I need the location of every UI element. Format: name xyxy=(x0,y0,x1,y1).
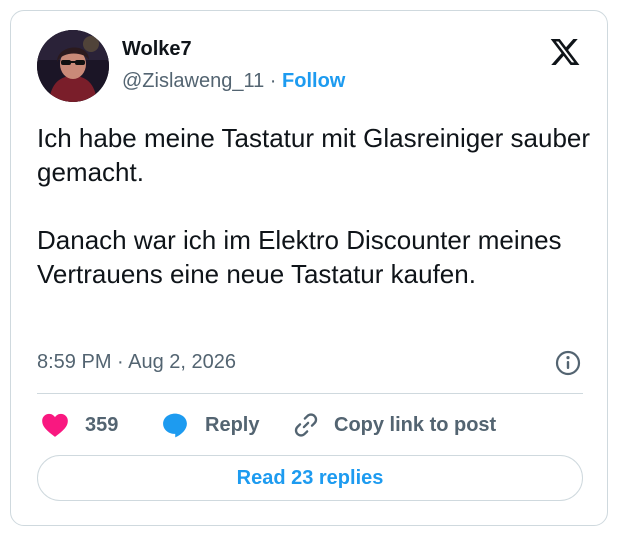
like-count: 359 xyxy=(85,413,119,436)
reply-label: Reply xyxy=(205,413,260,436)
heart-icon xyxy=(41,412,69,438)
divider xyxy=(37,393,583,394)
read-replies-button[interactable]: Read 23 replies xyxy=(37,455,583,501)
author-display-name[interactable]: Wolke7 xyxy=(122,38,192,61)
x-logo-icon[interactable] xyxy=(548,36,582,68)
info-icon[interactable] xyxy=(555,350,581,376)
avatar-image xyxy=(37,30,109,102)
reply-button[interactable]: Reply xyxy=(161,408,259,442)
tweet-timestamp[interactable]: 8:59 PM · Aug 2, 2026 xyxy=(37,351,236,374)
tweet-card: Wolke7 @Zislaweng_11 · Follow Ich habe m… xyxy=(10,10,608,526)
tweet-paragraph: Ich habe meine Tastatur mit Glasreiniger… xyxy=(37,123,591,187)
handle-separator: · xyxy=(269,70,277,92)
tweet-text: Ich habe meine Tastatur mit Glasreiniger… xyxy=(37,121,597,291)
copy-link-button[interactable]: Copy link to post xyxy=(292,408,496,442)
author-handle-row: @Zislaweng_11 · Follow xyxy=(122,70,345,93)
follow-link[interactable]: Follow xyxy=(282,70,345,92)
link-icon xyxy=(292,411,320,439)
avatar[interactable] xyxy=(37,30,109,102)
copy-link-label: Copy link to post xyxy=(334,413,497,436)
like-button[interactable]: 359 xyxy=(41,408,118,442)
speech-bubble-icon xyxy=(161,411,189,439)
tweet-paragraph: Danach war ich im Elektro Discounter mei… xyxy=(37,225,562,289)
author-handle[interactable]: @Zislaweng_11 xyxy=(122,70,264,92)
